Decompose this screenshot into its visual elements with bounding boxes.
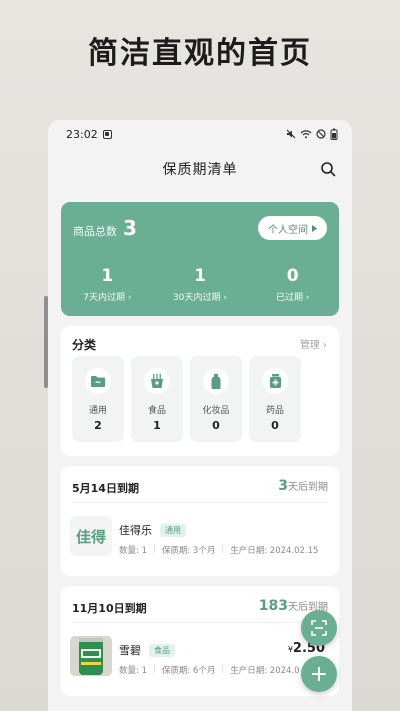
summary-card: 商品总数 3 个人空间 1 7天内过期 › 1 30天内过期 › 0 已过期 › (61, 202, 339, 316)
plus-icon (312, 667, 326, 681)
days-remaining-number: 3 (278, 478, 288, 494)
folder-icon (91, 376, 105, 387)
separator: | (152, 664, 156, 674)
stat-label: 7天内过期 › (83, 293, 132, 303)
separator: | (221, 664, 225, 674)
product-shelf-life: 保质期: 6个月 (161, 666, 216, 676)
category-card: 分类 管理 › 通用 2 食品 1 化妆品 0 药品 0 (61, 326, 339, 456)
category-item-medicine[interactable]: 药品 0 (249, 356, 301, 442)
expiry-date: 5月14日到期 (72, 482, 139, 495)
category-title: 分类 (72, 338, 97, 352)
stat-expired[interactable]: 0 已过期 › (246, 266, 339, 303)
category-count: 1 (153, 419, 161, 432)
days-remaining-text: 天后到期 (288, 482, 328, 493)
stat-7-days[interactable]: 1 7天内过期 › (61, 266, 154, 303)
phone-screen: 23:02 保质期清单 商品总数 3 个人空间 1 7天内过期 › 1 30天内… (48, 120, 352, 711)
category-item-cosmetics[interactable]: 化妆品 0 (190, 356, 242, 442)
personal-space-label: 个人空间 (268, 224, 308, 236)
cosmetics-icon (211, 373, 221, 389)
category-name: 通用 (88, 406, 107, 416)
product-quantity: 数量: 1 (119, 666, 147, 676)
category-count: 2 (94, 419, 102, 432)
days-remaining: 3天后到期 (278, 478, 328, 494)
product-production-date: 生产日期: 2024.0 (230, 666, 300, 676)
stat-30-days[interactable]: 1 30天内过期 › (154, 266, 247, 303)
total-count: 3 (123, 216, 137, 240)
category-name: 化妆品 (202, 406, 230, 416)
mute-icon (286, 129, 296, 139)
stat-label: 已过期 › (275, 293, 310, 303)
separator: | (152, 544, 156, 554)
stat-value: 1 (101, 266, 114, 286)
divider (72, 502, 328, 503)
category-name: 食品 (147, 406, 166, 416)
stat-value: 0 (286, 266, 299, 286)
notification-icon (102, 129, 112, 139)
separator: | (221, 544, 225, 554)
medicine-icon (269, 374, 281, 388)
category-count: 0 (212, 419, 220, 432)
product-production-date: 生产日期: 2024.02.15 (230, 546, 319, 556)
product-quantity: 数量: 1 (119, 546, 147, 556)
expiry-group-card[interactable]: 5月14日到期 3天后到期 佳得 佳得乐 通用 数量: 1 | 保质期: 3个月… (61, 466, 339, 576)
category-name: 药品 (265, 406, 284, 416)
product-name: 雪碧 (119, 644, 141, 657)
search-icon[interactable] (320, 161, 336, 177)
product-name: 佳得乐 (119, 524, 152, 537)
manage-link[interactable]: 管理 › (300, 336, 327, 351)
page-title: 保质期清单 (162, 162, 238, 178)
divider (72, 622, 328, 623)
no-sim-icon (316, 129, 326, 139)
stat-value: 1 (194, 266, 206, 286)
headline: 简洁直观的首页 (88, 36, 312, 71)
category-item-general[interactable]: 通用 2 (72, 356, 124, 442)
nav-bar: 保质期清单 (48, 148, 352, 190)
expiry-group-card[interactable]: 11月10日到期 183天后到期 雪碧 食品 ¥2.50 数量: 1 | 保质期… (61, 586, 339, 696)
product-logo: 佳得 (70, 516, 112, 556)
sprite-can-image (70, 636, 112, 676)
personal-space-button[interactable]: 个人空间 (258, 216, 327, 240)
status-bar: 23:02 (48, 120, 352, 148)
scan-icon (311, 620, 327, 636)
category-tag: 食品 (149, 643, 175, 657)
status-time: 23:02 (66, 127, 98, 141)
triangle-right-icon (312, 224, 317, 232)
category-tag: 通用 (160, 523, 186, 537)
stat-label: 30天内过期 › (173, 293, 227, 303)
category-item-food[interactable]: 食品 1 (131, 356, 183, 442)
expiry-date: 11月10日到期 (72, 602, 147, 615)
product-shelf-life: 保质期: 3个月 (161, 546, 216, 556)
food-icon (151, 374, 163, 388)
add-button[interactable] (301, 656, 337, 692)
days-remaining-number: 183 (258, 598, 288, 614)
category-count: 0 (271, 419, 279, 432)
total-label: 商品总数 (73, 225, 117, 238)
scan-button[interactable] (301, 610, 337, 646)
product-image (70, 636, 112, 676)
battery-icon (330, 128, 338, 140)
wifi-icon (300, 130, 312, 139)
